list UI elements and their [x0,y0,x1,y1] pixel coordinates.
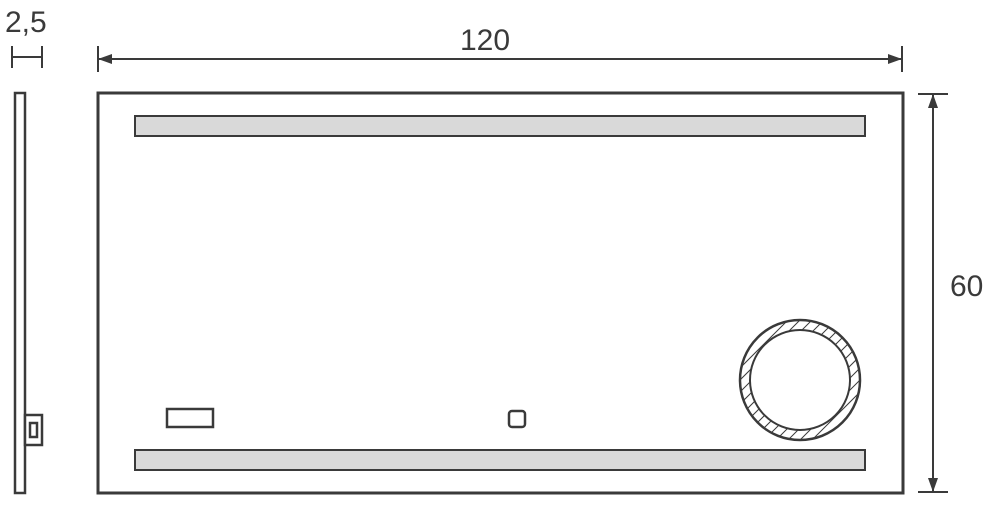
magnifying-mirror [720,180,880,529]
bottom-led-strip [135,450,865,470]
power-switch [167,409,213,427]
dimension-width [98,46,902,72]
side-profile [15,93,42,493]
dimension-depth [12,46,42,68]
technical-drawing [0,0,990,529]
top-led-strip [135,116,865,136]
mirror-outline [98,93,903,493]
front-view [98,93,903,529]
touch-sensor [509,411,525,427]
dimension-height [918,94,948,492]
